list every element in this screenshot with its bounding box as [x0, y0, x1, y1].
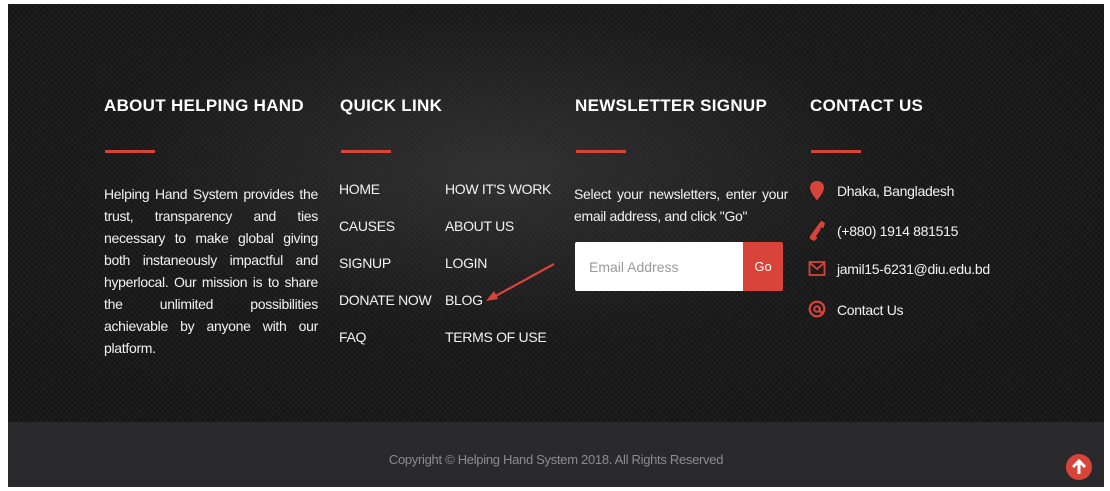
about-heading: ABOUT HELPING HAND: [104, 96, 304, 115]
at-sign-icon: [808, 300, 826, 318]
about-heading-underline: [105, 150, 155, 153]
contact-heading-underline: [811, 150, 861, 153]
contact-heading: CONTACT US: [810, 96, 924, 115]
footer-main: ABOUT HELPING HAND Helping Hand System p…: [8, 4, 1104, 422]
newsletter-heading: NEWSLETTER SIGNUP: [575, 96, 768, 115]
copyright-text: Copyright © Helping Hand System 2018. Al…: [388, 452, 724, 467]
newsletter-email-input[interactable]: [575, 242, 743, 291]
annotation-arrow-icon: [486, 263, 555, 301]
contact-us-link[interactable]: Contact Us: [837, 302, 904, 318]
about-text: Helping Hand System provides the trust, …: [104, 186, 318, 356]
link-faq[interactable]: FAQ: [339, 329, 366, 345]
footer-bottom-bar: Copyright © Helping Hand System 2018. Al…: [8, 422, 1104, 487]
link-signup[interactable]: SIGNUP: [339, 255, 391, 271]
scroll-to-top-button[interactable]: [1066, 454, 1092, 480]
link-how-its-work[interactable]: HOW IT'S WORK: [445, 181, 551, 197]
newsletter-heading-underline: [576, 150, 626, 153]
link-home[interactable]: HOME: [339, 181, 380, 197]
map-marker-icon: [810, 181, 824, 201]
contact-address: Dhaka, Bangladesh: [837, 183, 955, 199]
link-terms-of-use[interactable]: TERMS OF USE: [445, 329, 547, 345]
contact-email[interactable]: jamil15-6231@diu.edu.bd: [837, 261, 990, 277]
newsletter-go-button[interactable]: Go: [743, 242, 783, 291]
newsletter-text: Select your newsletters, enter your emai…: [574, 186, 788, 224]
link-about-us[interactable]: ABOUT US: [445, 218, 514, 234]
quick-link-heading-underline: [341, 150, 391, 153]
contact-phone: (+880) 1914 881515: [837, 223, 959, 239]
envelope-icon: [808, 261, 826, 276]
link-causes[interactable]: CAUSES: [339, 218, 395, 234]
phone-icon: [809, 221, 825, 241]
site-footer: ABOUT HELPING HAND Helping Hand System p…: [8, 4, 1104, 487]
arrow-up-icon: [1071, 458, 1087, 474]
quick-link-heading: QUICK LINK: [340, 96, 443, 115]
link-donate-now[interactable]: DONATE NOW: [339, 292, 432, 308]
